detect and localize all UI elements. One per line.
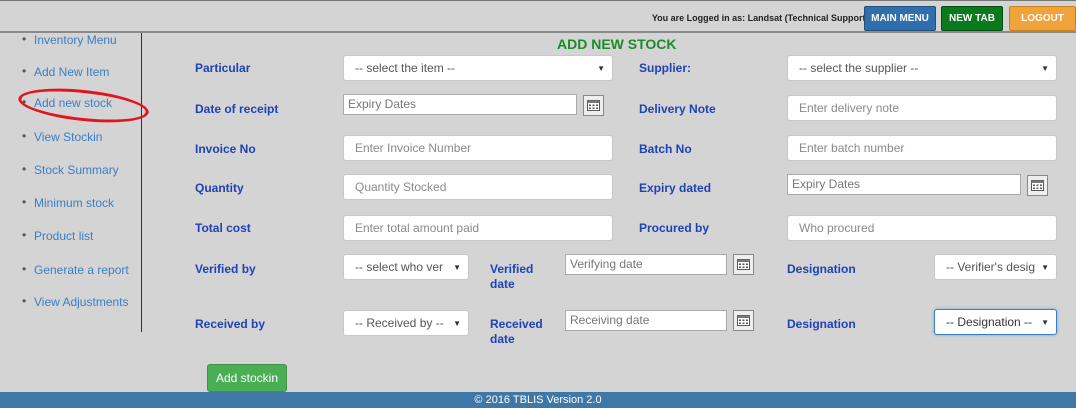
particular-select-value: -- select the item --	[355, 61, 456, 75]
chevron-down-icon: ▼	[1041, 318, 1049, 327]
sidebar-item-add-new-item[interactable]: Add New Item	[22, 64, 109, 79]
invoice-no-input[interactable]: Enter Invoice Number	[343, 135, 613, 161]
sidebar-item-minimum-stock[interactable]: Minimum stock	[22, 195, 114, 210]
supplier-select[interactable]: -- select the supplier -- ▼	[787, 55, 1057, 81]
sidebar: Inventory Menu Add New Item Add new stoc…	[0, 32, 142, 332]
page-title: ADD NEW STOCK	[557, 36, 677, 52]
received-date-label: Received date	[490, 317, 543, 346]
chevron-down-icon: ▼	[597, 64, 605, 73]
verified-date-input[interactable]: Verifying date	[565, 254, 727, 275]
total-cost-input[interactable]: Enter total amount paid	[343, 215, 613, 241]
procured-by-label: Procured by	[639, 221, 710, 235]
quantity-input[interactable]: Quantity Stocked	[343, 174, 613, 200]
verifier-designation-select[interactable]: -- Verifier's desig ▼	[934, 254, 1057, 280]
batch-no-input[interactable]: Enter batch number	[787, 135, 1057, 161]
supplier-select-value: -- select the supplier --	[799, 61, 919, 75]
particular-select[interactable]: -- select the item -- ▼	[343, 55, 613, 81]
sidebar-item-view-stockin[interactable]: View Stockin	[22, 129, 103, 144]
expiry-dated-label: Expiry dated	[639, 181, 712, 195]
delivery-note-label: Delivery Note	[639, 102, 716, 116]
received-by-select-value: -- Received by --	[355, 316, 444, 330]
received-by-label: Received by	[195, 317, 266, 331]
calendar-icon[interactable]	[583, 95, 604, 116]
invoice-no-label: Invoice No	[195, 142, 256, 156]
sidebar-item-generate-report[interactable]: Generate a report	[22, 262, 129, 277]
verified-by-select-value: -- select who ver	[355, 260, 444, 274]
particular-label: Particular	[195, 61, 251, 75]
logout-button[interactable]: LOGOUT	[1009, 6, 1076, 31]
received-date-input[interactable]: Receiving date	[565, 310, 727, 331]
top-bar: You are Logged in as: Landsat (Technical…	[0, 0, 1076, 33]
verified-date-label: Verified date	[490, 262, 534, 291]
procured-by-input[interactable]: Who procured	[787, 215, 1057, 241]
receiver-designation-select-value: -- Designation --	[946, 315, 1033, 329]
sidebar-item-product-list[interactable]: Product list	[22, 228, 93, 243]
new-tab-button[interactable]: NEW TAB	[941, 6, 1003, 31]
calendar-icon[interactable]	[1027, 175, 1048, 196]
sidebar-item-add-new-stock[interactable]: Add new stock	[22, 95, 112, 110]
date-of-receipt-label: Date of receipt	[195, 102, 279, 116]
quantity-label: Quantity	[195, 181, 244, 195]
batch-no-label: Batch No	[639, 142, 692, 156]
designation-label: Designation	[787, 262, 856, 276]
verified-by-select[interactable]: -- select who ver ▼	[343, 254, 469, 280]
sidebar-item-view-adjustments[interactable]: View Adjustments	[22, 294, 128, 309]
expiry-dated-input[interactable]: Expiry Dates	[787, 174, 1021, 195]
add-stockin-button[interactable]: Add stockin	[207, 364, 287, 392]
chevron-down-icon: ▼	[453, 263, 461, 272]
chevron-down-icon: ▼	[453, 319, 461, 328]
received-by-select[interactable]: -- Received by -- ▼	[343, 310, 469, 336]
chevron-down-icon: ▼	[1041, 263, 1049, 272]
verified-by-label: Verified by	[195, 262, 256, 276]
sidebar-item-stock-summary[interactable]: Stock Summary	[22, 162, 119, 177]
calendar-icon[interactable]	[733, 310, 754, 331]
designation-label: Designation	[787, 317, 856, 331]
receiver-designation-select[interactable]: -- Designation -- ▼	[934, 309, 1057, 335]
calendar-icon[interactable]	[733, 254, 754, 275]
total-cost-label: Total cost	[195, 221, 251, 235]
footer: © 2016 TBLIS Version 2.0	[0, 392, 1076, 408]
chevron-down-icon: ▼	[1041, 64, 1049, 73]
supplier-label: Supplier:	[639, 61, 692, 75]
delivery-note-input[interactable]: Enter delivery note	[787, 95, 1057, 121]
verifier-designation-select-value: -- Verifier's desig	[946, 260, 1035, 274]
main-menu-button[interactable]: MAIN MENU	[864, 6, 936, 31]
date-of-receipt-input[interactable]: Expiry Dates	[343, 94, 577, 115]
sidebar-item-inventory-menu[interactable]: Inventory Menu	[22, 32, 117, 47]
